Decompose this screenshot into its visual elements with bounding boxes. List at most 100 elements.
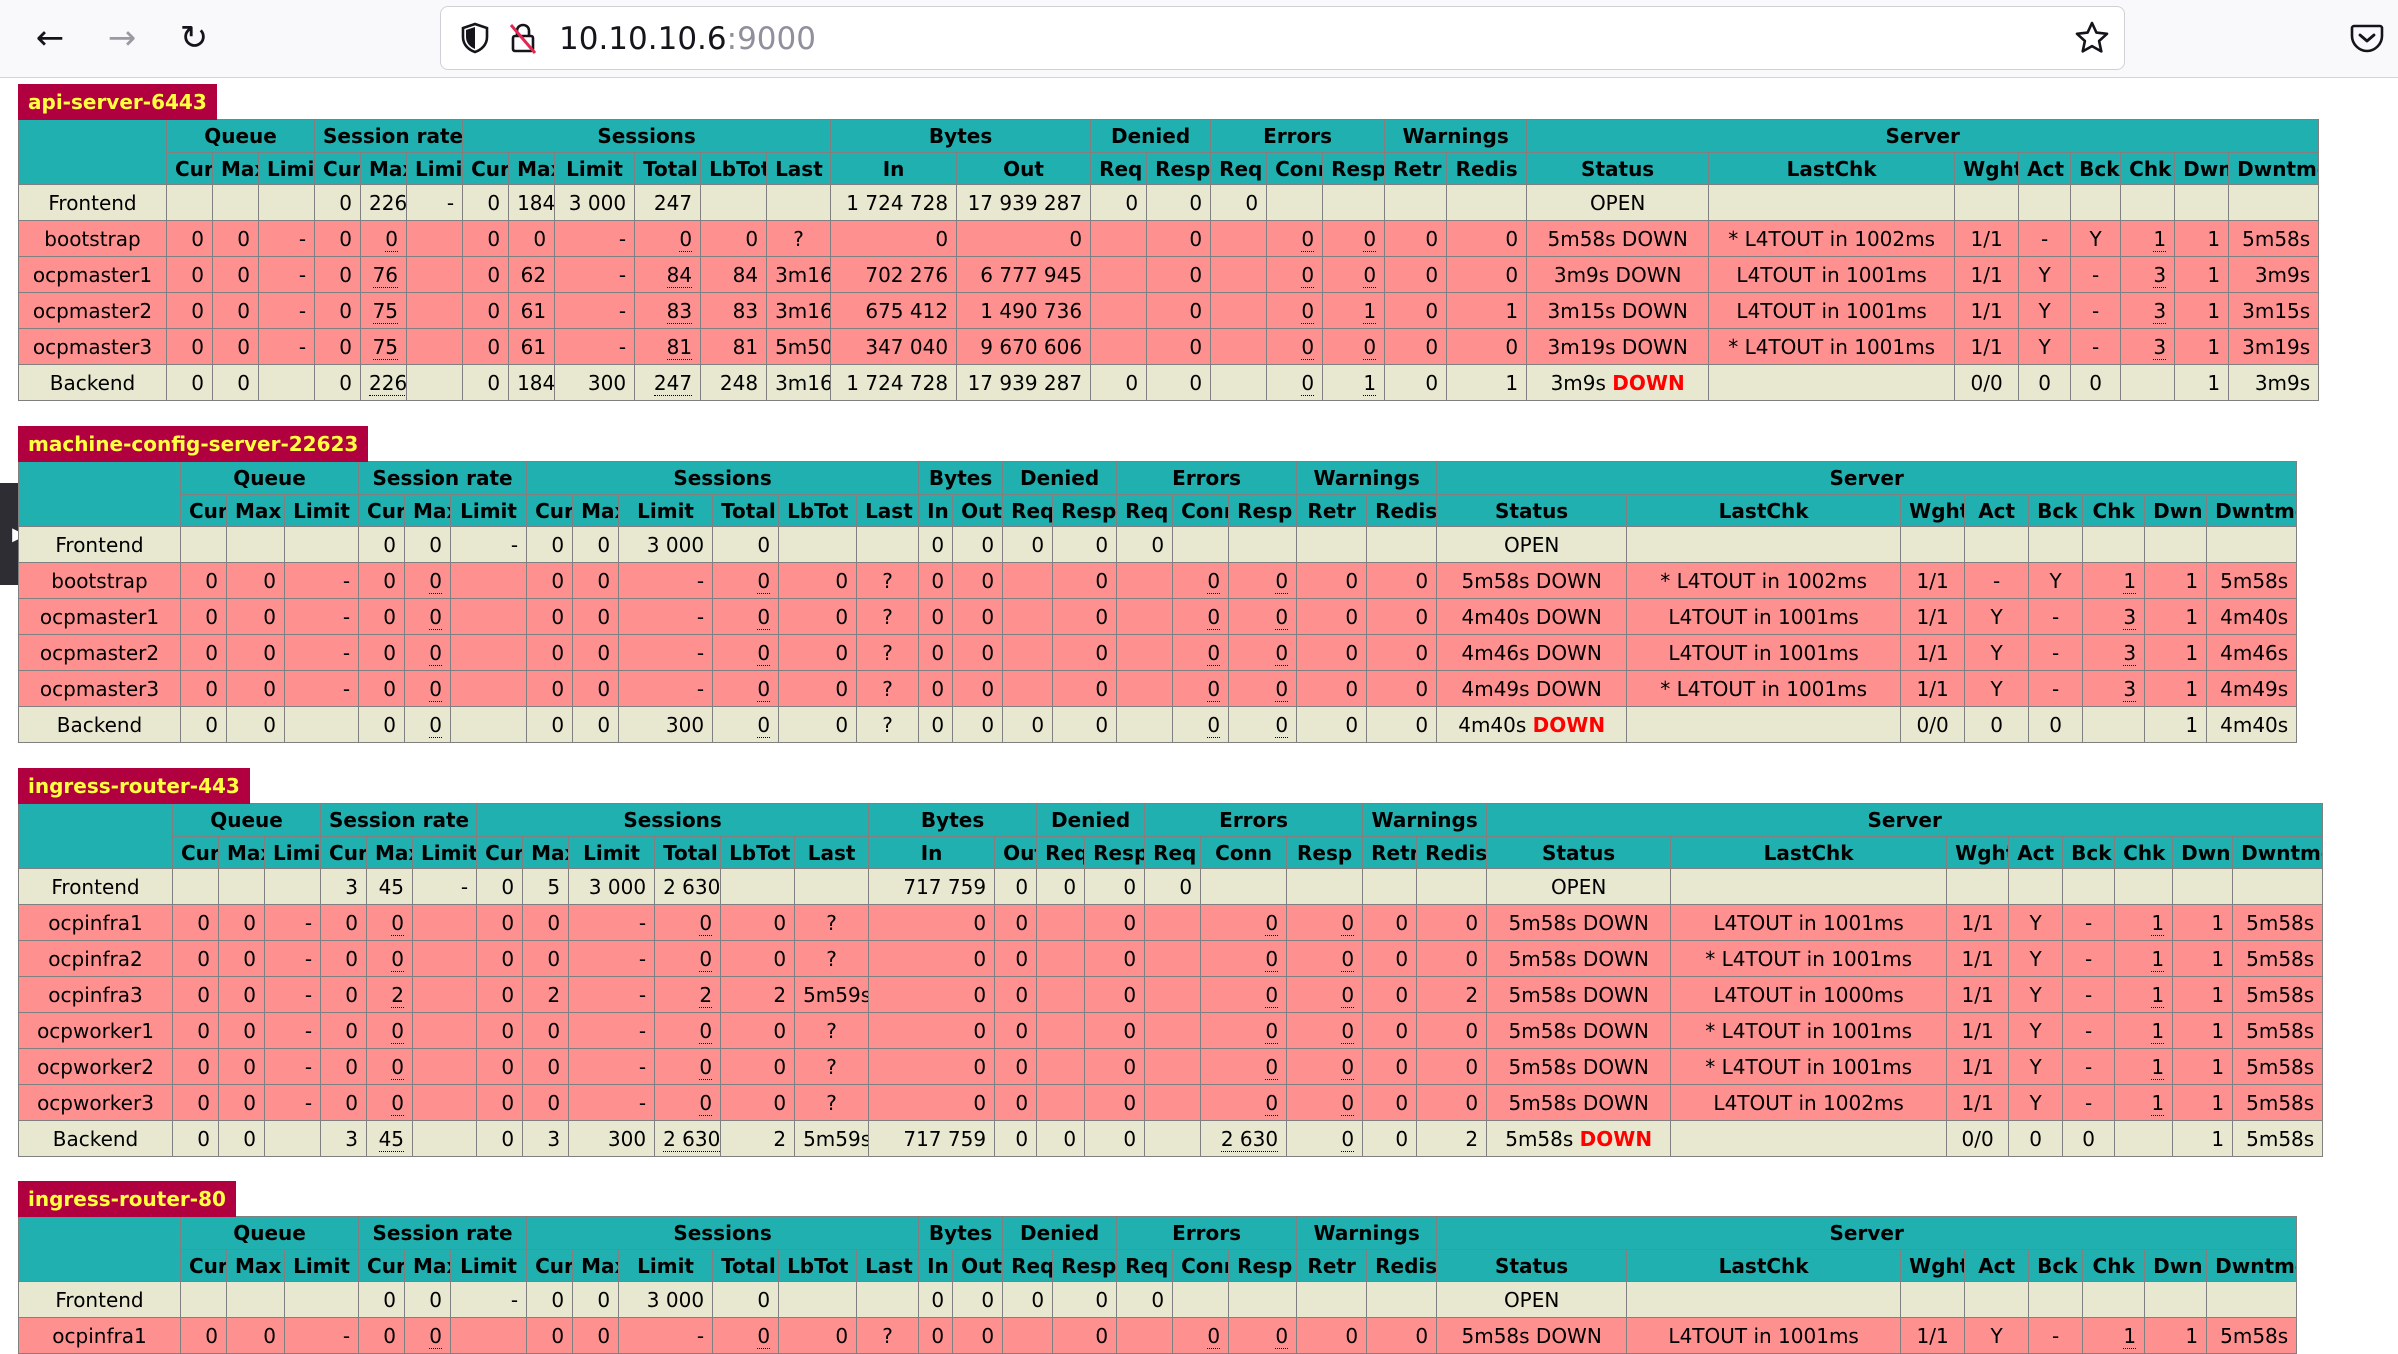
reload-button[interactable]: ↻ — [170, 14, 218, 62]
cell-value[interactable]: 0 — [385, 226, 399, 252]
cell-value[interactable]: 2 — [699, 982, 713, 1008]
cell-value[interactable]: 1 — [2151, 1090, 2165, 1116]
cell-value[interactable]: 0 — [1341, 946, 1355, 972]
cell-value[interactable]: 0 — [699, 910, 713, 936]
cell-name[interactable]: ocpinfra2 — [18, 940, 173, 977]
cell-value[interactable]: 0 — [699, 946, 713, 972]
cell-name[interactable]: Frontend — [18, 184, 167, 221]
cell-value[interactable]: 1 — [2151, 1054, 2165, 1080]
cell-value[interactable]: 0 — [1301, 226, 1315, 252]
cell-value[interactable]: 81 — [666, 334, 693, 360]
cell-value[interactable]: 0 — [429, 1323, 443, 1349]
forward-button[interactable]: → — [98, 14, 146, 62]
cell-value[interactable]: 0 — [1363, 226, 1377, 252]
cell-value[interactable]: 3 — [2153, 298, 2167, 324]
cell-value[interactable]: 2 — [391, 982, 405, 1008]
cell-name[interactable]: ocpworker2 — [18, 1048, 173, 1085]
cell-value[interactable]: 76 — [372, 262, 399, 288]
cell-value[interactable]: 0 — [699, 1090, 713, 1116]
proxy-name[interactable]: ingress-router-443 — [18, 768, 250, 804]
cell-value[interactable]: 0 — [429, 568, 443, 594]
cell-value[interactable]: 0 — [757, 712, 771, 738]
cell-value[interactable]: 0 — [757, 640, 771, 666]
cell-value[interactable]: 0 — [699, 1018, 713, 1044]
cell-name[interactable]: ocpmaster1 — [18, 256, 167, 293]
cell-value[interactable]: 0 — [1341, 982, 1355, 1008]
address-bar[interactable]: 10.10.10.6:9000 — [440, 6, 2125, 70]
cell-value[interactable]: 0 — [1207, 1323, 1221, 1349]
cell-value[interactable]: 75 — [372, 334, 399, 360]
cell-value[interactable]: 0 — [699, 1054, 713, 1080]
cell-value[interactable]: 0 — [1341, 1126, 1355, 1152]
cell-value[interactable]: 0 — [1207, 676, 1221, 702]
cell-value[interactable]: 0 — [1363, 334, 1377, 360]
cell-value[interactable]: 0 — [1301, 370, 1315, 396]
cell-name[interactable]: ocpmaster3 — [18, 670, 181, 707]
cell-value[interactable]: 45 — [378, 1126, 405, 1152]
cell-value[interactable]: 0 — [391, 1018, 405, 1044]
proxy-name[interactable]: api-server-6443 — [18, 84, 217, 120]
cell-value[interactable]: 0 — [1265, 946, 1279, 972]
cell-value[interactable]: 0 — [1275, 604, 1289, 630]
cell-value[interactable]: 1 — [2123, 1323, 2137, 1349]
cell-value[interactable]: 3 — [2153, 334, 2167, 360]
cell-name[interactable]: bootstrap — [18, 562, 181, 599]
cell-name[interactable]: bootstrap — [18, 220, 167, 257]
cell-name[interactable]: ocpmaster2 — [18, 634, 181, 671]
cell-value[interactable]: 0 — [391, 1090, 405, 1116]
cell-value[interactable]: 0 — [1265, 1018, 1279, 1044]
cell-value[interactable]: 2 630 — [1220, 1126, 1279, 1152]
cell-value[interactable]: 0 — [1207, 640, 1221, 666]
cell-value[interactable]: 0 — [391, 1054, 405, 1080]
cell-name[interactable]: ocpinfra3 — [18, 976, 173, 1013]
shield-icon[interactable] — [459, 21, 491, 55]
cell-value[interactable]: 0 — [1341, 910, 1355, 936]
cell-value[interactable]: 0 — [679, 226, 693, 252]
cell-value[interactable]: 0 — [1341, 1054, 1355, 1080]
cell-value[interactable]: 226 — [369, 370, 406, 396]
cell-value[interactable]: 0 — [429, 640, 443, 666]
cell-value[interactable]: 0 — [1275, 640, 1289, 666]
cell-value[interactable]: 0 — [1207, 568, 1221, 594]
cell-value[interactable]: 1 — [2151, 1018, 2165, 1044]
pocket-icon[interactable] — [2350, 22, 2384, 54]
cell-value[interactable]: 1 — [2151, 982, 2165, 1008]
cell-name[interactable]: ocpinfra1 — [18, 904, 173, 941]
cell-value[interactable]: 1 — [2123, 568, 2137, 594]
cell-value[interactable]: 1 — [2151, 946, 2165, 972]
cell-value[interactable]: 0 — [429, 676, 443, 702]
cell-name[interactable]: ocpmaster3 — [18, 328, 167, 365]
cell-value[interactable]: 0 — [757, 604, 771, 630]
bookmark-star-icon[interactable] — [2074, 20, 2110, 56]
cell-value[interactable]: 0 — [1275, 1323, 1289, 1349]
cell-value[interactable]: 1 — [2151, 910, 2165, 936]
cell-value[interactable]: 0 — [757, 568, 771, 594]
back-button[interactable]: ← — [26, 14, 74, 62]
cell-value[interactable]: 0 — [1275, 676, 1289, 702]
cell-name[interactable]: Frontend — [18, 526, 181, 563]
cell-value[interactable]: 0 — [1265, 1090, 1279, 1116]
cell-value[interactable]: 0 — [757, 676, 771, 702]
cell-name[interactable]: ocpworker3 — [18, 1084, 173, 1121]
cell-value[interactable]: 0 — [1207, 604, 1221, 630]
cell-value[interactable]: 1 — [1363, 370, 1377, 396]
cell-name[interactable]: ocpinfra1 — [18, 1317, 181, 1354]
cell-value[interactable]: 0 — [1265, 982, 1279, 1008]
cell-name[interactable]: Frontend — [18, 868, 173, 905]
cell-value[interactable]: 0 — [1363, 262, 1377, 288]
cell-name[interactable]: Backend — [18, 706, 181, 743]
cell-value[interactable]: 0 — [1341, 1090, 1355, 1116]
cell-value[interactable]: 0 — [1265, 1054, 1279, 1080]
cell-name[interactable]: Frontend — [18, 1281, 181, 1318]
cell-name[interactable]: Backend — [18, 364, 167, 401]
cell-name[interactable]: ocpworker1 — [18, 1012, 173, 1049]
cell-name[interactable]: ocpmaster1 — [18, 598, 181, 635]
cell-value[interactable]: 0 — [391, 910, 405, 936]
cell-name[interactable]: Backend — [18, 1120, 173, 1157]
cell-value[interactable]: 2 630 — [663, 1126, 720, 1152]
cell-name[interactable]: ocpmaster2 — [18, 292, 167, 329]
cell-value[interactable]: 0 — [1301, 298, 1315, 324]
proxy-name[interactable]: machine-config-server-22623 — [18, 426, 369, 462]
cell-value[interactable]: 0 — [1301, 334, 1315, 360]
cell-value[interactable]: 0 — [1301, 262, 1315, 288]
